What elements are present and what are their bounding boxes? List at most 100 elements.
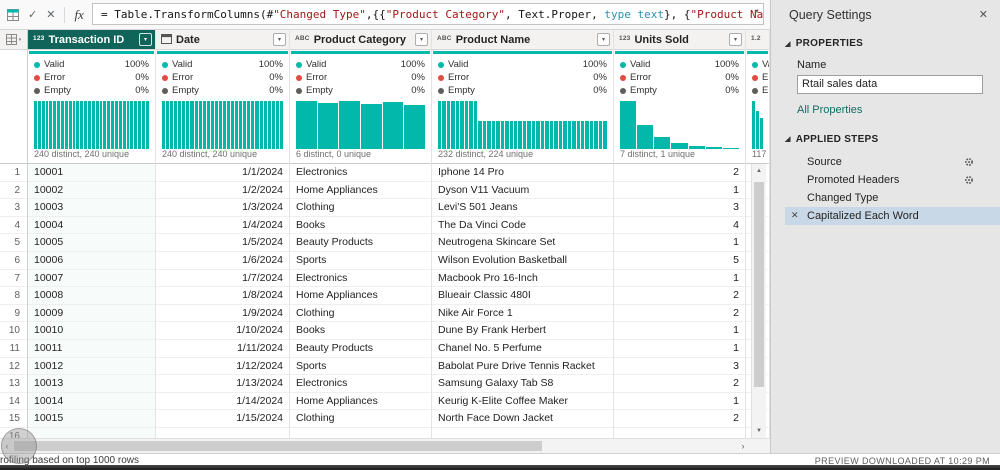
histogram-bar[interactable] xyxy=(251,101,255,149)
data-cell[interactable]: 1/4/2024 xyxy=(156,217,289,235)
histogram-bar[interactable] xyxy=(620,101,637,149)
data-cell[interactable]: Levi'S 501 Jeans xyxy=(432,199,613,217)
histogram-bar[interactable] xyxy=(563,121,567,149)
histogram-bar[interactable] xyxy=(186,101,190,149)
data-cell[interactable]: 1/3/2024 xyxy=(156,199,289,217)
histogram-bar[interactable] xyxy=(178,101,182,149)
histogram-bar[interactable] xyxy=(111,101,115,149)
data-cell[interactable]: 4 xyxy=(614,217,745,235)
data-cell[interactable]: Wilson Evolution Basketball xyxy=(432,252,613,270)
data-cell[interactable]: Neutrogena Skincare Set xyxy=(432,234,613,252)
histogram-bar[interactable] xyxy=(513,121,518,149)
histogram-bar[interactable] xyxy=(267,101,271,149)
query-name-input[interactable] xyxy=(797,74,983,94)
data-cell[interactable]: Clothing xyxy=(290,410,431,428)
data-cell[interactable]: 1 xyxy=(614,234,745,252)
histogram-bar[interactable] xyxy=(239,101,243,149)
data-cell[interactable]: 1/10/2024 xyxy=(156,322,289,340)
fx-add-step-button[interactable]: fx xyxy=(74,7,83,23)
histogram-bar[interactable] xyxy=(118,101,122,149)
histogram-bar[interactable] xyxy=(654,137,671,149)
histogram-bar[interactable] xyxy=(464,101,469,149)
data-cell[interactable]: Nike Air Force 1 xyxy=(432,305,613,323)
column-header-product-category[interactable]: ABC Product Category ▾ xyxy=(290,30,431,50)
formula-expand-button[interactable]: ▼ xyxy=(754,9,760,15)
data-cell[interactable]: 2 xyxy=(614,410,745,428)
data-cell[interactable]: Clothing xyxy=(290,305,431,323)
histogram-bar[interactable] xyxy=(581,121,585,149)
data-cell[interactable]: 1/2/2024 xyxy=(156,182,289,200)
data-cell[interactable]: 1/5/2024 xyxy=(156,234,289,252)
data-cell[interactable]: 10004 xyxy=(28,216,155,235)
row-number[interactable]: 12 xyxy=(0,357,27,376)
histogram-bar[interactable] xyxy=(126,101,130,149)
histogram-bar[interactable] xyxy=(296,101,317,149)
filter-dropdown-button[interactable]: ▾ xyxy=(139,33,152,46)
histogram-bar[interactable] xyxy=(107,101,111,149)
histogram-bar[interactable] xyxy=(446,101,451,149)
row-number[interactable]: 14 xyxy=(0,392,27,411)
row-number[interactable]: 10 xyxy=(0,322,27,340)
delete-step-icon[interactable]: ✕ xyxy=(791,210,799,221)
data-cell[interactable]: 2 xyxy=(614,375,745,393)
histogram-bar[interactable] xyxy=(214,101,218,149)
histogram-bar[interactable] xyxy=(76,101,80,149)
histogram-bar[interactable] xyxy=(594,121,598,149)
histogram-bar[interactable] xyxy=(509,121,513,149)
data-cell[interactable]: Macbook Pro 16-Inch xyxy=(432,270,613,288)
histogram-bar[interactable] xyxy=(527,121,531,149)
data-cell[interactable]: Babolat Pure Drive Tennis Racket xyxy=(432,358,613,376)
data-cell[interactable]: Books xyxy=(290,322,431,340)
data-cell[interactable]: 1 xyxy=(614,340,745,358)
histogram-bar[interactable] xyxy=(382,102,404,149)
applied-step-source[interactable]: Source xyxy=(785,153,1000,171)
data-cell[interactable]: 10014 xyxy=(28,392,155,411)
histogram-bar[interactable] xyxy=(45,101,49,149)
histogram-bar[interactable] xyxy=(145,101,149,149)
histogram-bar[interactable] xyxy=(756,110,759,149)
settings-gear-icon[interactable] xyxy=(964,175,974,185)
histogram-bar[interactable] xyxy=(202,101,206,149)
data-cell[interactable]: 10005 xyxy=(28,234,155,252)
histogram-bar[interactable] xyxy=(760,117,763,149)
data-cell[interactable] xyxy=(156,428,289,438)
data-cell[interactable]: 1 xyxy=(614,322,745,340)
formula-cancel-button[interactable]: ✕ xyxy=(46,8,55,21)
data-cell[interactable]: 1/13/2024 xyxy=(156,375,289,393)
row-number[interactable]: 11 xyxy=(0,339,27,358)
data-cell[interactable]: 1/15/2024 xyxy=(156,410,289,428)
histogram-bar[interactable] xyxy=(84,101,88,149)
data-cell[interactable]: 10003 xyxy=(28,199,155,217)
row-number[interactable]: 9 xyxy=(0,304,27,323)
vertical-scrollbar-thumb[interactable] xyxy=(754,182,764,387)
filter-dropdown-button[interactable]: ▾ xyxy=(273,33,286,46)
histogram-bar[interactable] xyxy=(404,104,426,149)
filter-dropdown-button[interactable]: ▾ xyxy=(415,33,428,46)
histogram-bar[interactable] xyxy=(243,101,247,149)
data-cell[interactable]: 10015 xyxy=(28,410,155,428)
histogram-bar[interactable] xyxy=(558,121,563,149)
histogram-bar[interactable] xyxy=(522,121,527,149)
data-cell[interactable]: Electronics xyxy=(290,164,431,182)
histogram-bar[interactable] xyxy=(235,101,239,149)
data-cell[interactable]: Dune By Frank Herbert xyxy=(432,322,613,340)
histogram-bar[interactable] xyxy=(361,103,382,149)
histogram-bar[interactable] xyxy=(227,101,231,149)
histogram-bar[interactable] xyxy=(572,121,576,149)
histogram-bar[interactable] xyxy=(505,121,509,149)
histogram-bar[interactable] xyxy=(64,101,68,149)
data-cell[interactable]: Electronics xyxy=(290,270,431,288)
histogram-bar[interactable] xyxy=(255,101,259,149)
histogram-bar[interactable] xyxy=(130,101,134,149)
histogram-bar[interactable] xyxy=(589,121,594,149)
histogram-bar[interactable] xyxy=(491,121,496,149)
histogram-bar[interactable] xyxy=(442,101,446,149)
histogram-bar[interactable] xyxy=(598,121,603,149)
data-cell[interactable]: Samsung Galaxy Tab S8 xyxy=(432,375,613,393)
scroll-down-button[interactable]: ▼ xyxy=(752,424,766,438)
row-number[interactable]: 1 xyxy=(0,164,27,182)
histogram-bar[interactable] xyxy=(473,101,478,149)
row-number[interactable]: 4 xyxy=(0,216,27,235)
data-cell[interactable]: 1/11/2024 xyxy=(156,340,289,358)
data-cell[interactable]: 5 xyxy=(614,252,745,270)
